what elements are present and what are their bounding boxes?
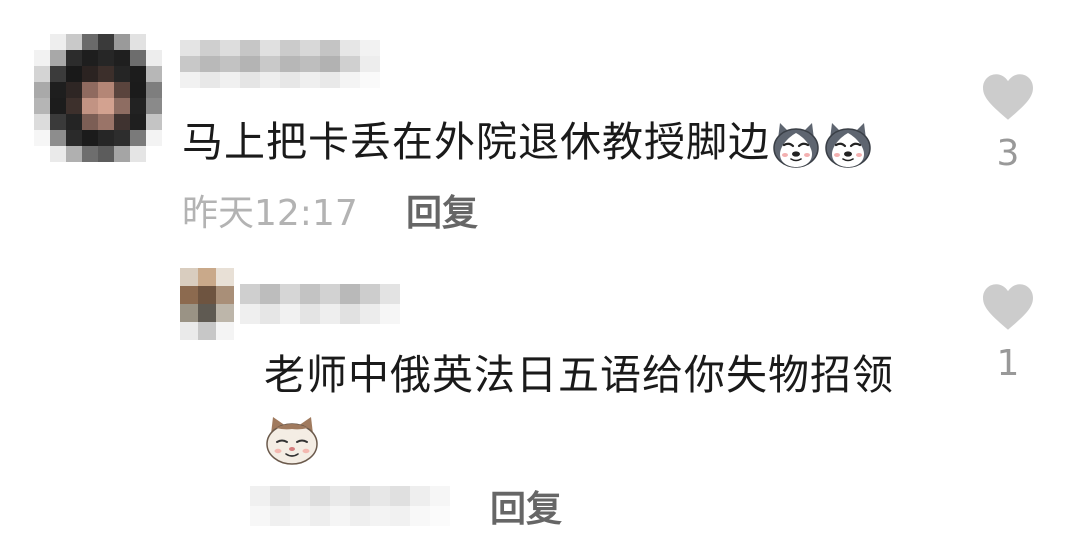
heart-icon [983, 284, 1033, 330]
comment-body: 马上把卡丢在外院退休教授脚边 [182, 118, 770, 166]
heart-icon [983, 74, 1033, 120]
reply-body: 老师中俄英法日五语给你失物招领 [264, 351, 894, 399]
like-count: 1 [996, 343, 1020, 384]
husky-dog-emoji [822, 121, 874, 169]
like-button[interactable]: 3 [976, 72, 1040, 174]
reply-button[interactable]: 回复 [490, 486, 562, 534]
comment-text: 马上把卡丢在外院退休教授脚边 [182, 112, 874, 172]
reply-meta-pixelated [250, 486, 450, 526]
reply-button[interactable]: 回复 [406, 190, 478, 238]
cat-face-emoji [264, 414, 320, 466]
commenter-name-pixelated[interactable] [180, 40, 380, 88]
like-count: 3 [996, 133, 1020, 174]
like-button[interactable]: 1 [976, 282, 1040, 384]
comment-timestamp: 昨天12:17 [182, 193, 358, 234]
reply-text: 老师中俄英法日五语给你失物招领 [264, 345, 894, 466]
commenter-avatar[interactable] [34, 34, 162, 162]
replier-name-pixelated[interactable] [240, 284, 400, 324]
replier-avatar[interactable] [180, 268, 234, 340]
husky-dog-emoji [770, 121, 822, 169]
